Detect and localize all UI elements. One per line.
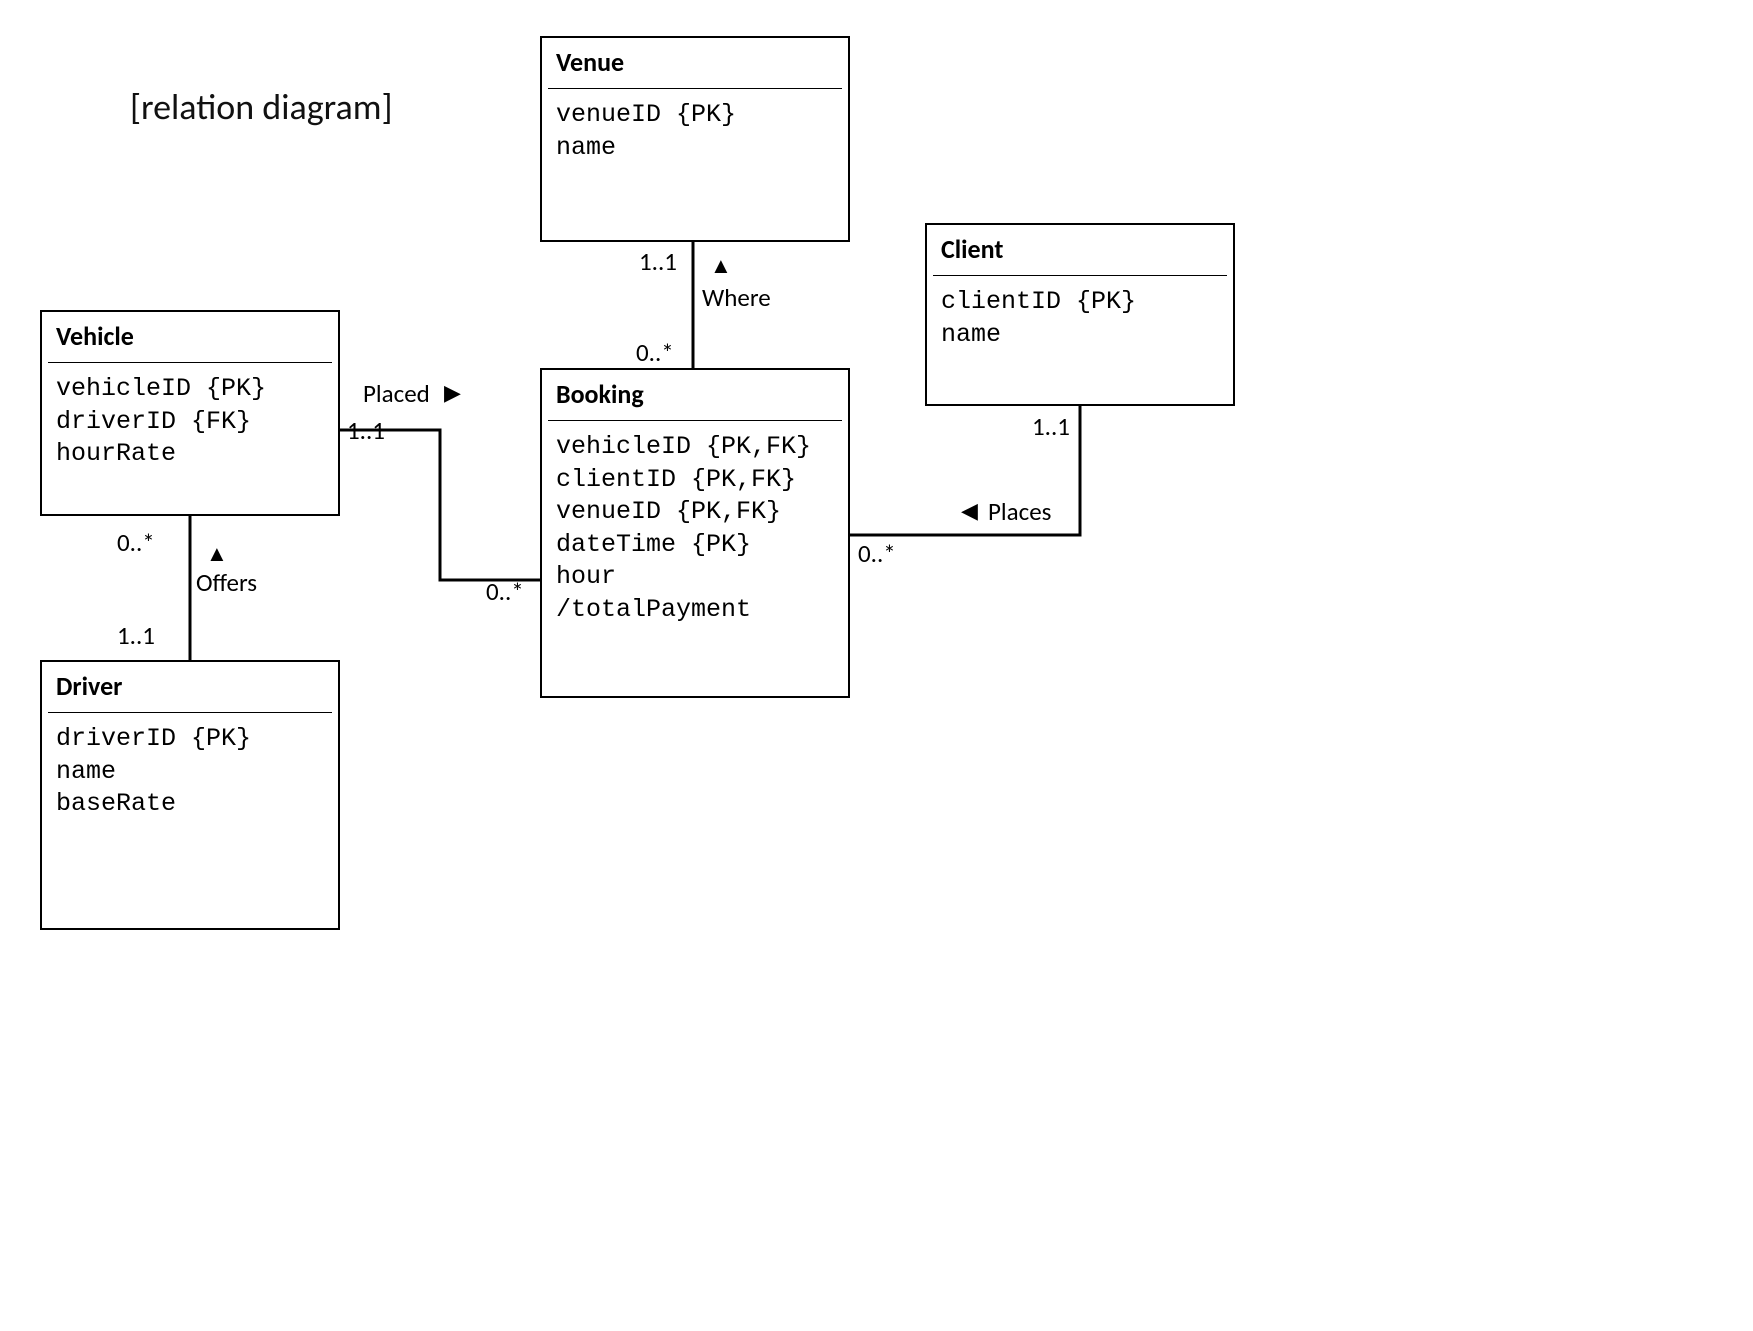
entity-booking-title: Booking bbox=[542, 370, 848, 420]
entity-venue: Venue venueID {PK} name bbox=[540, 36, 850, 242]
mult-offers-vehicle: 0..* bbox=[117, 527, 155, 558]
mult-placed-booking: 0..* bbox=[486, 576, 524, 607]
entity-venue-attrs: venueID {PK} name bbox=[542, 89, 848, 174]
diagram-canvas: [relation diagram] Venue venueID {PK} na… bbox=[0, 0, 1753, 1331]
mult-places-booking: 0..* bbox=[858, 538, 896, 569]
label-placed: Placed bbox=[363, 378, 430, 409]
arrow-where-icon: ▲ bbox=[710, 252, 732, 279]
entity-vehicle-title: Vehicle bbox=[42, 312, 338, 362]
label-places: Places bbox=[988, 496, 1051, 527]
entity-vehicle-attrs: vehicleID {PK} driverID {FK} hourRate bbox=[42, 363, 338, 481]
arrow-placed-icon: ▶ bbox=[444, 379, 461, 406]
arrow-places-icon: ◀ bbox=[961, 497, 978, 524]
entity-booking-attrs: vehicleID {PK,FK} clientID {PK,FK} venue… bbox=[542, 421, 848, 636]
entity-client-title: Client bbox=[927, 225, 1233, 275]
entity-driver: Driver driverID {PK} name baseRate bbox=[40, 660, 340, 930]
mult-where-booking: 0..* bbox=[636, 337, 674, 368]
mult-places-client: 1..1 bbox=[1032, 411, 1070, 442]
entity-driver-attrs: driverID {PK} name baseRate bbox=[42, 713, 338, 831]
diagram-title: [relation diagram] bbox=[130, 85, 393, 129]
mult-where-venue: 1..1 bbox=[639, 246, 677, 277]
entity-booking: Booking vehicleID {PK,FK} clientID {PK,F… bbox=[540, 368, 850, 698]
entity-driver-title: Driver bbox=[42, 662, 338, 712]
mult-placed-vehicle: 1..1 bbox=[347, 415, 385, 446]
entity-client-attrs: clientID {PK} name bbox=[927, 276, 1233, 361]
arrow-offers-icon: ▲ bbox=[206, 540, 228, 567]
mult-offers-driver: 1..1 bbox=[117, 620, 155, 651]
label-offers: Offers bbox=[196, 567, 257, 598]
entity-client: Client clientID {PK} name bbox=[925, 223, 1235, 406]
label-where: Where bbox=[702, 282, 771, 313]
entity-vehicle: Vehicle vehicleID {PK} driverID {FK} hou… bbox=[40, 310, 340, 516]
entity-venue-title: Venue bbox=[542, 38, 848, 88]
